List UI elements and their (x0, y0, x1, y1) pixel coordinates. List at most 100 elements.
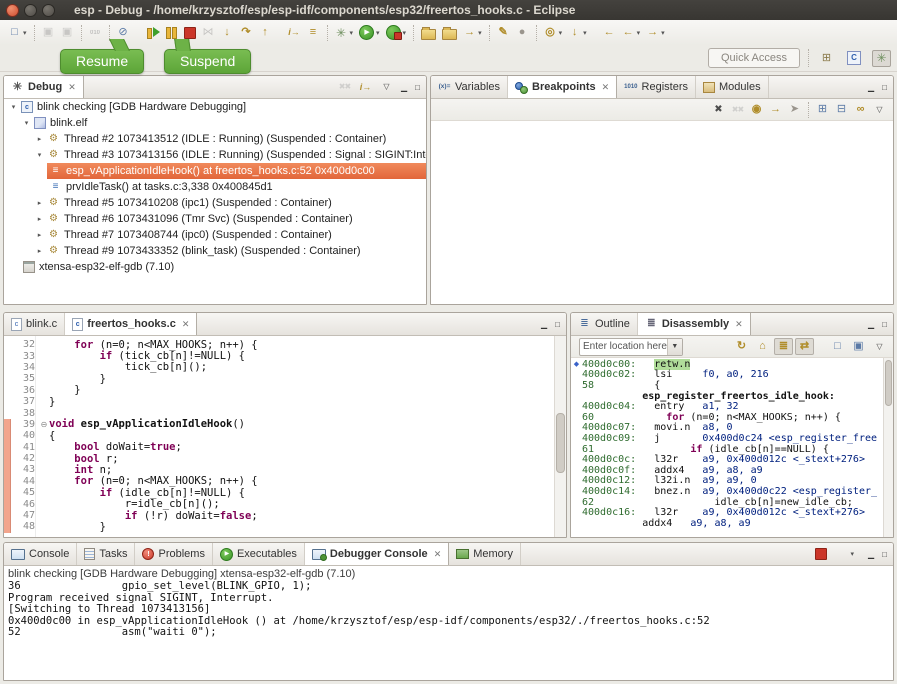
console-tab-tasks[interactable]: Tasks (77, 543, 135, 565)
editor-tab-freertos-hooks-c[interactable]: cfreertos_hooks.c✕ (65, 313, 197, 335)
disassembly-minimize-button[interactable]: ▁ (865, 319, 877, 330)
build-button[interactable]: 010 (86, 24, 105, 41)
use-step-filters-button[interactable]: ≡ (304, 24, 323, 41)
tree-twisty-icon[interactable]: ▾ (34, 151, 45, 159)
tree-item[interactable]: ▸⚙Thread #9 1073433352 (blink_task) (Sus… (4, 243, 426, 259)
show-breakpoints-for-button[interactable]: ◉ (747, 101, 766, 118)
refresh-button[interactable]: ↻ (732, 338, 751, 355)
tree-item[interactable]: xtensa-esp32-elf-gdb (7.10) (4, 259, 426, 275)
disassembly-tab-outline[interactable]: ≣Outline (571, 313, 638, 335)
editor-scrollbar-thumb[interactable] (556, 413, 565, 473)
run-button[interactable]: ▾ (356, 23, 383, 42)
disassembly-content[interactable]: ◆400d0c00: retw.n400d0c02: lsi f0, a0, 2… (571, 358, 893, 538)
close-icon[interactable]: ✕ (602, 82, 610, 93)
fold-marker-icon[interactable]: ⊖ (39, 420, 49, 429)
tree-item[interactable]: ▸⚙Thread #2 1073413512 (IDLE : Running) … (4, 131, 426, 147)
editor-tab-blink-c[interactable]: cblink.c (4, 313, 65, 335)
window-minimize-button[interactable] (24, 4, 37, 17)
debug-button[interactable]: ✳▾ (332, 24, 357, 41)
step-over-button[interactable]: ↷ (237, 24, 256, 41)
remove-breakpoint-button[interactable]: ✖ (709, 101, 728, 118)
console-tab-memory[interactable]: Memory (449, 543, 521, 565)
tree-item[interactable]: ▸⚙Thread #5 1073410208 (ipc1) (Suspended… (4, 195, 426, 211)
disassembly-scrollbar-thumb[interactable] (885, 360, 892, 406)
breakpoints-list-empty[interactable] (431, 121, 893, 305)
debug-view-minimize-button[interactable]: ▁ (398, 82, 410, 93)
window-maximize-button[interactable] (42, 4, 55, 17)
console-maximize-button[interactable]: □ (879, 549, 890, 560)
back-button[interactable]: ←▾ (619, 24, 644, 41)
forward-button[interactable]: →▾ (643, 24, 668, 41)
coverage-button[interactable]: ▾ (383, 23, 410, 42)
step-into-button[interactable]: ↓ (218, 24, 237, 41)
instruction-stepping-button[interactable]: i→ (356, 79, 375, 96)
next-annotation-button[interactable]: ↓▾ (565, 24, 590, 41)
editor-content[interactable]: 32 for (n=0; n<MAX_HOOKS; n++) {33 if (t… (4, 336, 566, 538)
link-with-debug-button[interactable]: ∞ (851, 101, 870, 118)
resume-button[interactable] (143, 24, 162, 41)
tree-item[interactable]: ▸⚙Thread #6 1073431096 (Tmr Svc) (Suspen… (4, 211, 426, 227)
view-menu-button[interactable]: ▽ (870, 101, 889, 118)
pin-button[interactable]: ▣ (849, 338, 868, 355)
open-type-button[interactable] (418, 24, 439, 42)
disconnect-button[interactable]: ⋈ (199, 24, 218, 41)
terminate-button[interactable] (812, 546, 830, 563)
close-icon[interactable]: ✕ (68, 82, 76, 93)
right-view-tab-breakpoints[interactable]: Breakpoints✕ (508, 76, 617, 98)
new-cpp-wizard-button[interactable]: →▾ (460, 24, 485, 41)
skip-all-breakpoints-button[interactable]: ➤ (785, 101, 804, 118)
breakpoints-view-maximize-button[interactable]: □ (879, 82, 890, 93)
right-view-tab-modules[interactable]: Modules (696, 76, 769, 98)
tree-twisty-icon[interactable]: ▸ (34, 199, 45, 207)
view-menu-button[interactable]: ▽ (870, 338, 889, 355)
quick-access-button[interactable]: Quick Access (708, 48, 800, 68)
remove-all-breakpoints-button[interactable]: ✖✖ (728, 101, 747, 118)
console-tab-debugger-console[interactable]: Debugger Console✕ (305, 543, 449, 565)
instruction-stepping-button[interactable]: i→ (285, 24, 304, 41)
location-combo[interactable]: Enter location here ▼ (579, 338, 683, 356)
console-output[interactable]: blink checking [GDB Hardware Debugging] … (4, 566, 893, 681)
tree-item[interactable]: ▾blink.elf (4, 115, 426, 131)
tree-item[interactable]: ▾cblink checking [GDB Hardware Debugging… (4, 99, 426, 115)
collapse-all-button[interactable]: ⊟ (832, 101, 851, 118)
tree-twisty-icon[interactable]: ▾ (8, 103, 19, 111)
location-input[interactable]: Enter location here (580, 341, 667, 352)
close-icon[interactable]: ✕ (434, 549, 442, 560)
location-dropdown-icon[interactable]: ▼ (667, 339, 682, 355)
debug-perspective-button[interactable]: ✳ (872, 50, 891, 67)
view-menu-button[interactable]: ▽ (377, 79, 396, 96)
tree-twisty-icon[interactable]: ▸ (34, 231, 45, 239)
console-tab-console[interactable]: Console (4, 543, 77, 565)
display-selected-console-button[interactable]: ▾ (832, 546, 857, 563)
tree-twisty-icon[interactable]: ▾ (21, 119, 32, 127)
right-view-tab-registers[interactable]: 1010Registers (617, 76, 696, 98)
console-minimize-button[interactable]: ▁ (865, 549, 877, 560)
tree-twisty-icon[interactable]: ▸ (34, 135, 45, 143)
format-button[interactable]: ✎ (494, 24, 513, 41)
tree-item[interactable]: ≡prvIdleTask() at tasks.c:3,338 0x400845… (4, 179, 426, 195)
window-close-button[interactable] (6, 4, 19, 17)
tree-twisty-icon[interactable]: ▸ (34, 247, 45, 255)
breakpoints-view-minimize-button[interactable]: ▁ (865, 82, 877, 93)
tree-item[interactable]: ▸⚙Thread #7 1073408744 (ipc0) (Suspended… (4, 227, 426, 243)
save-all-button[interactable]: ▣ (58, 24, 77, 41)
show-source-button[interactable]: ≣ (774, 338, 793, 355)
disassembly-maximize-button[interactable]: □ (879, 319, 890, 330)
step-return-button[interactable]: ↑ (256, 24, 275, 41)
close-icon[interactable]: ✕ (182, 319, 190, 330)
debug-view-maximize-button[interactable]: □ (412, 82, 423, 93)
expand-all-button[interactable]: ⊞ (813, 101, 832, 118)
close-icon[interactable]: ✕ (735, 319, 743, 330)
right-view-tab-variables[interactable]: (x)=Variables (431, 76, 508, 98)
last-edit-location-button[interactable]: ← (600, 24, 619, 41)
open-resource-button[interactable] (439, 24, 460, 42)
open-new-view-button[interactable]: □ (828, 338, 847, 355)
console-tab-problems[interactable]: Problems (135, 543, 212, 565)
refresh-index-button[interactable]: ● (513, 24, 532, 41)
remove-all-terminated-button[interactable]: ✖✖ (335, 79, 354, 96)
cpp-perspective-button[interactable]: C (844, 49, 864, 67)
debug-view-tab-debug[interactable]: ✳Debug✕ (4, 76, 84, 98)
disassembly-tab-disassembly[interactable]: ≣Disassembly✕ (638, 313, 751, 335)
editor-maximize-button[interactable]: □ (552, 319, 563, 330)
debug-tree[interactable]: ▾cblink checking [GDB Hardware Debugging… (4, 99, 426, 305)
